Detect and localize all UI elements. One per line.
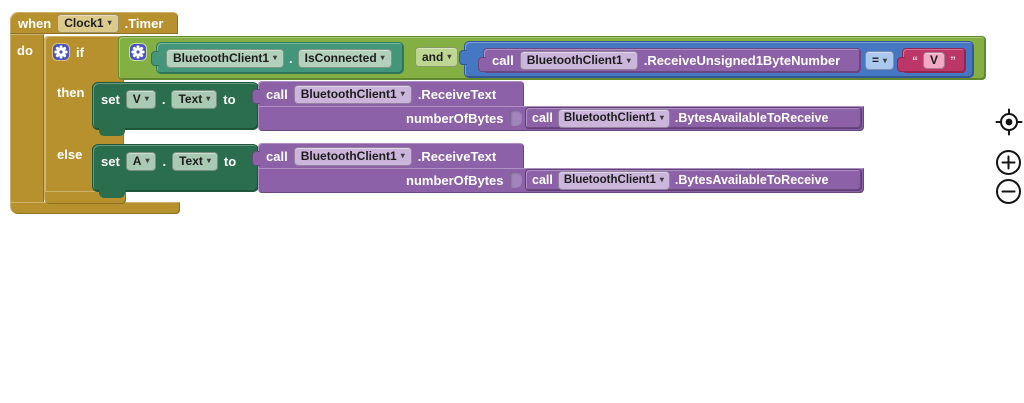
text-string-block[interactable]: “ V ” <box>897 48 966 73</box>
if-mutator-gear-icon[interactable] <box>52 43 70 61</box>
component-dropdown-bluetoothclient1[interactable]: BluetoothClient1 ▾ <box>519 51 638 70</box>
when-block-spine[interactable] <box>10 34 44 204</box>
chevron-down-icon: ▾ <box>145 156 150 165</box>
and-logic-block[interactable]: BluetoothClient1 ▾ . IsConnected ▾ and ▾… <box>118 36 986 80</box>
method-name-label: .BytesAvailableToReceive <box>674 111 829 125</box>
to-keyword: to <box>223 91 236 107</box>
call-keyword: call <box>266 86 288 102</box>
chevron-down-icon: ▾ <box>273 53 278 62</box>
call-keyword: call <box>266 148 288 164</box>
chevron-down-icon: ▾ <box>659 113 664 122</box>
receivetext-call-block[interactable]: call BluetoothClient1 ▾ .ReceiveText <box>252 143 524 169</box>
and-mutator-gear-icon[interactable] <box>129 43 147 61</box>
if-label: if <box>76 45 84 60</box>
then-label: then <box>57 85 85 100</box>
minus-circle-icon <box>996 179 1021 204</box>
do-label: do <box>17 43 33 58</box>
chevron-down-icon: ▾ <box>107 18 112 27</box>
zoom-recenter-button[interactable] <box>994 107 1024 137</box>
chevron-down-icon: ▾ <box>380 53 385 62</box>
numberofbytes-param-label: numberOfBytes <box>406 111 504 126</box>
equals-operator-dropdown[interactable]: = ▾ <box>865 51 895 70</box>
set-v-text-block[interactable]: set V ▾ . Text ▾ to <box>92 82 259 136</box>
chevron-down-icon: ▾ <box>626 55 631 65</box>
param-socket <box>510 110 522 126</box>
text-value-field[interactable]: V <box>922 52 945 69</box>
isconnected-getter-block[interactable]: BluetoothClient1 ▾ . IsConnected ▾ <box>151 42 404 74</box>
chevron-down-icon: ▾ <box>447 52 452 61</box>
param-socket <box>510 172 522 188</box>
method-name-label: .ReceiveUnsigned1ByteNumber <box>643 53 841 68</box>
dot-separator: . <box>161 91 166 107</box>
equals-comparison-block[interactable]: call BluetoothClient1 ▾ .ReceiveUnsigned… <box>459 41 974 78</box>
crosshair-target-icon <box>995 108 1023 136</box>
plus-circle-icon <box>996 150 1021 175</box>
chevron-down-icon: ▾ <box>400 89 405 98</box>
dot-separator: . <box>162 153 167 169</box>
component-dropdown-bluetoothclient1[interactable]: BluetoothClient1 ▾ <box>557 108 670 128</box>
chevron-down-icon: ▾ <box>144 94 149 103</box>
event-name-label: .Timer <box>124 15 164 31</box>
call-keyword: call <box>492 53 514 68</box>
chevron-down-icon: ▾ <box>883 55 888 65</box>
component-dropdown-bluetoothclient1[interactable]: BluetoothClient1 ▾ <box>166 48 285 68</box>
variable-dropdown-a[interactable]: A ▾ <box>125 151 157 171</box>
else-label: else <box>57 147 83 162</box>
method-name-label: .ReceiveText <box>417 148 497 164</box>
zoom-out-button[interactable] <box>995 178 1022 205</box>
close-quote: ” <box>950 53 956 68</box>
property-dropdown-text[interactable]: Text ▾ <box>172 151 218 171</box>
call-keyword: call <box>532 173 553 187</box>
receivetext-call-block-params[interactable]: numberOfBytes call BluetoothClient1 ▾ .B… <box>258 106 864 131</box>
variable-dropdown-v[interactable]: V ▾ <box>125 89 156 109</box>
chevron-down-icon: ▾ <box>206 94 211 103</box>
chevron-down-icon: ▾ <box>400 151 405 160</box>
when-keyword: when <box>18 15 52 31</box>
receive-unsigned-call-block[interactable]: call BluetoothClient1 ▾ .ReceiveUnsigned… <box>478 48 861 73</box>
method-name-label: .BytesAvailableToReceive <box>674 173 829 187</box>
set-keyword: set <box>101 153 120 169</box>
component-dropdown-bluetoothclient1[interactable]: BluetoothClient1 ▾ <box>557 170 670 190</box>
set-keyword: set <box>101 91 120 107</box>
bytesavailable-call-block[interactable]: call BluetoothClient1 ▾ .BytesAvailableT… <box>525 169 862 191</box>
method-name-label: .ReceiveText <box>417 86 497 102</box>
receivetext-call-block[interactable]: call BluetoothClient1 ▾ .ReceiveText <box>252 81 524 107</box>
blocks-canvas: when Clock1 ▾ .Timer do if then else Blu… <box>0 0 1024 403</box>
component-dropdown-bluetoothclient1[interactable]: BluetoothClient1 ▾ <box>293 146 412 166</box>
chevron-down-icon: ▾ <box>206 156 211 165</box>
property-dropdown-isconnected[interactable]: IsConnected ▾ <box>297 48 392 68</box>
open-quote: “ <box>911 53 918 68</box>
when-event-block-header[interactable]: when Clock1 ▾ .Timer <box>10 12 178 34</box>
to-keyword: to <box>223 153 237 169</box>
numberofbytes-param-label: numberOfBytes <box>406 173 504 188</box>
dot-separator: . <box>289 50 293 66</box>
and-operator-dropdown[interactable]: and ▾ <box>415 47 459 67</box>
chevron-down-icon: ▾ <box>659 175 664 184</box>
set-a-text-block[interactable]: set A ▾ . Text ▾ to <box>92 144 259 198</box>
zoom-in-button[interactable] <box>995 149 1022 176</box>
bytesavailable-call-block[interactable]: call BluetoothClient1 ▾ .BytesAvailableT… <box>525 107 862 129</box>
component-dropdown-bluetoothclient1[interactable]: BluetoothClient1 ▾ <box>293 84 412 104</box>
call-keyword: call <box>532 111 553 125</box>
component-dropdown-clock1[interactable]: Clock1 ▾ <box>57 13 119 33</box>
receivetext-call-block-params[interactable]: numberOfBytes call BluetoothClient1 ▾ .B… <box>258 168 864 193</box>
property-dropdown-text[interactable]: Text ▾ <box>171 89 218 109</box>
